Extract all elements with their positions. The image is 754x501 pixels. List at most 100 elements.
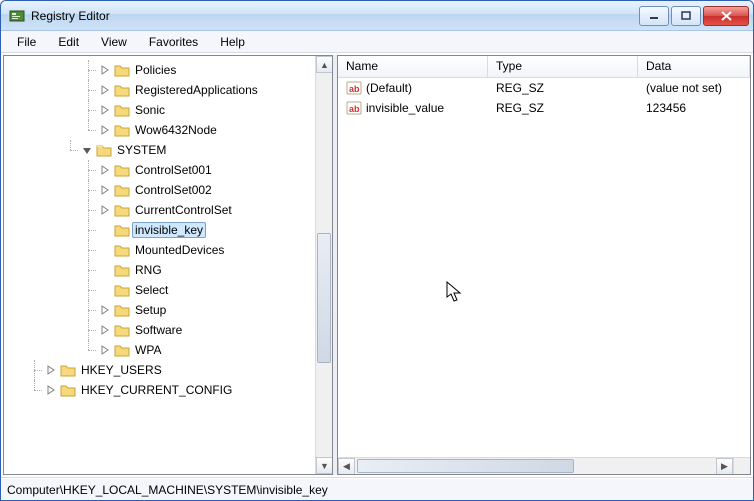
menu-favorites[interactable]: Favorites: [139, 33, 208, 51]
scroll-left-icon[interactable]: ◀: [338, 458, 355, 475]
expand-icon[interactable]: [98, 203, 112, 217]
expand-icon[interactable]: [98, 323, 112, 337]
menu-view[interactable]: View: [91, 33, 137, 51]
list-row[interactable]: abinvisible_valueREG_SZ123456: [338, 98, 750, 118]
expand-icon[interactable]: [98, 63, 112, 77]
folder-icon: [114, 123, 130, 137]
folder-icon: [114, 63, 130, 77]
folder-icon: [114, 263, 130, 277]
folder-icon: [96, 143, 112, 157]
scroll-right-icon[interactable]: ▶: [716, 458, 733, 475]
value-data: (value not set): [646, 81, 722, 95]
tree-node[interactable]: RNG: [98, 260, 330, 280]
scroll-corner: [733, 457, 750, 474]
folder-icon: [60, 363, 76, 377]
value-type: REG_SZ: [496, 81, 544, 95]
tree-node[interactable]: Setup: [98, 300, 330, 320]
tree-node-label: ControlSet001: [132, 162, 215, 178]
scroll-thumb[interactable]: [317, 233, 331, 363]
close-button[interactable]: [703, 6, 749, 26]
folder-icon: [114, 103, 130, 117]
folder-icon: [60, 383, 76, 397]
tree-node-label: HKEY_CURRENT_CONFIG: [78, 382, 235, 398]
titlebar[interactable]: Registry Editor: [1, 1, 753, 31]
menu-edit[interactable]: Edit: [48, 33, 89, 51]
minimize-button[interactable]: [639, 6, 669, 26]
tree-node[interactable]: Sonic: [98, 100, 330, 120]
scroll-thumb[interactable]: [357, 459, 574, 473]
tree-node[interactable]: invisible_key: [98, 220, 330, 240]
scroll-down-icon[interactable]: ▼: [316, 457, 333, 474]
tree-node[interactable]: ControlSet002: [98, 180, 330, 200]
tree-node[interactable]: ControlSet001: [98, 160, 330, 180]
expand-icon[interactable]: [98, 163, 112, 177]
folder-icon: [114, 183, 130, 197]
folder-icon: [114, 243, 130, 257]
tree-node-label: Policies: [132, 62, 179, 78]
expand-spacer: [98, 223, 112, 237]
expand-icon[interactable]: [98, 303, 112, 317]
col-header-name[interactable]: Name: [338, 56, 488, 77]
folder-icon: [114, 83, 130, 97]
scroll-track[interactable]: [316, 73, 332, 457]
expand-icon[interactable]: [98, 103, 112, 117]
tree-node-label: MountedDevices: [132, 242, 227, 258]
tree-node-label: invisible_key: [132, 222, 206, 238]
tree-scrollbar[interactable]: ▲ ▼: [315, 56, 332, 474]
menu-file[interactable]: File: [7, 33, 46, 51]
tree-node-label: Wow6432Node: [132, 122, 220, 138]
tree-node-label: CurrentControlSet: [132, 202, 235, 218]
menubar: File Edit View Favorites Help: [1, 31, 753, 53]
list-hscrollbar[interactable]: ◀ ▶: [338, 457, 733, 474]
tree-node-label: ControlSet002: [132, 182, 215, 198]
expand-icon[interactable]: [44, 383, 58, 397]
expand-icon[interactable]: [98, 123, 112, 137]
expand-spacer: [98, 263, 112, 277]
tree-node-label: HKEY_USERS: [78, 362, 165, 378]
tree-node-hkey-users[interactable]: HKEY_USERS: [44, 360, 330, 380]
scroll-up-icon[interactable]: ▲: [316, 56, 333, 73]
menu-help[interactable]: Help: [210, 33, 255, 51]
folder-icon: [114, 303, 130, 317]
tree-node-label: RNG: [132, 262, 165, 278]
col-header-type[interactable]: Type: [488, 56, 638, 77]
tree-node-hkey-current-config[interactable]: HKEY_CURRENT_CONFIG: [44, 380, 330, 400]
list-body[interactable]: ab(Default)REG_SZ(value not set)abinvisi…: [338, 78, 750, 474]
svg-text:ab: ab: [349, 84, 360, 94]
tree-node-system[interactable]: SYSTEM: [80, 140, 330, 160]
tree-node[interactable]: WPA: [98, 340, 330, 360]
tree-node[interactable]: Wow6432Node: [98, 120, 330, 140]
tree-node-label: WPA: [132, 342, 164, 358]
tree-node[interactable]: CurrentControlSet: [98, 200, 330, 220]
string-value-icon: ab: [346, 100, 362, 116]
tree-node[interactable]: MountedDevices: [98, 240, 330, 260]
tree-node-label: Setup: [132, 302, 169, 318]
expand-spacer: [98, 243, 112, 257]
tree-panel[interactable]: Policies RegisteredApplications Sonic Wow64…: [3, 55, 333, 475]
svg-text:ab: ab: [349, 104, 360, 114]
expand-icon[interactable]: [44, 363, 58, 377]
statusbar: Computer\HKEY_LOCAL_MACHINE\SYSTEM\invis…: [1, 478, 753, 500]
value-data: 123456: [646, 101, 686, 115]
folder-icon: [114, 163, 130, 177]
expand-icon[interactable]: [98, 343, 112, 357]
tree-node[interactable]: RegisteredApplications: [98, 80, 330, 100]
expand-icon[interactable]: [98, 183, 112, 197]
scroll-track[interactable]: [355, 458, 716, 474]
registry-editor-window: Registry Editor File Edit View Favorites…: [0, 0, 754, 501]
maximize-button[interactable]: [671, 6, 701, 26]
col-header-data[interactable]: Data: [638, 56, 750, 77]
expand-icon[interactable]: [98, 83, 112, 97]
tree-node[interactable]: Select: [98, 280, 330, 300]
collapse-icon[interactable]: [80, 143, 94, 157]
tree-node[interactable]: Software: [98, 320, 330, 340]
tree-node-label: Sonic: [132, 102, 168, 118]
tree-node[interactable]: Policies: [98, 60, 330, 80]
string-value-icon: ab: [346, 80, 362, 96]
folder-icon: [114, 343, 130, 357]
list-header[interactable]: Name Type Data: [338, 56, 750, 78]
registry-tree[interactable]: Policies RegisteredApplications Sonic Wow64…: [6, 60, 330, 400]
status-path: Computer\HKEY_LOCAL_MACHINE\SYSTEM\invis…: [7, 483, 328, 497]
list-row[interactable]: ab(Default)REG_SZ(value not set): [338, 78, 750, 98]
tree-node-label: SYSTEM: [114, 142, 169, 158]
